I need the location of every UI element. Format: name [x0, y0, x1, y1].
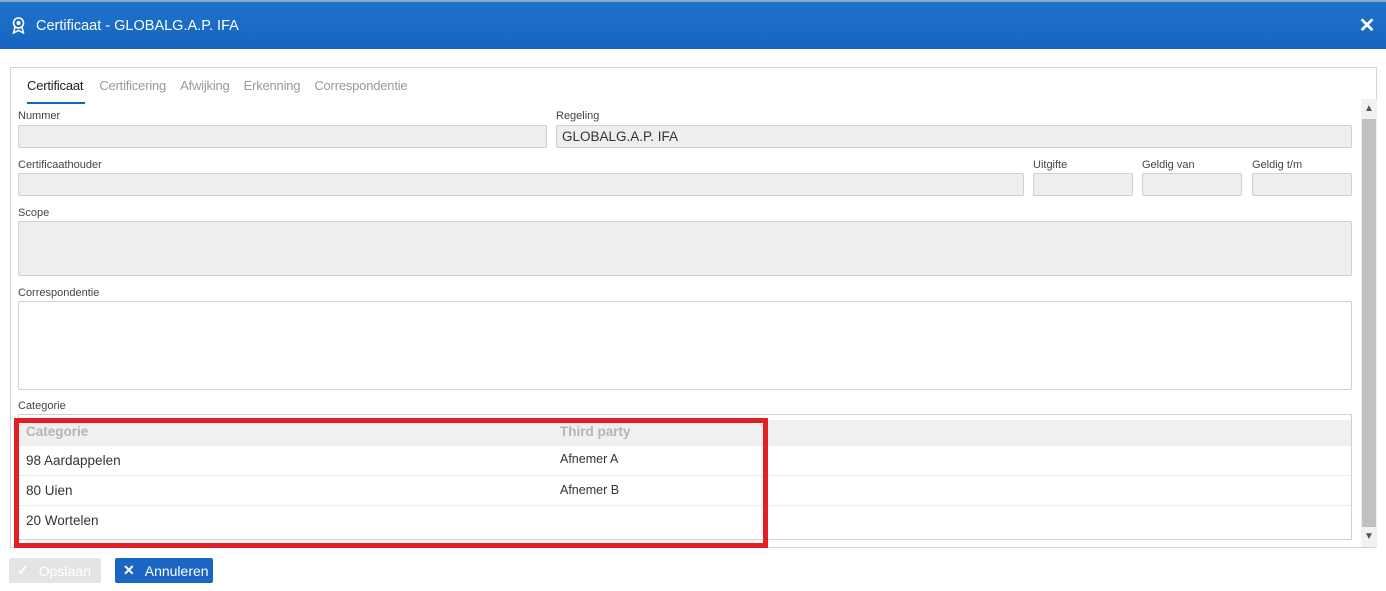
- table-row[interactable]: 20 Wortelen: [19, 506, 1351, 536]
- tab-correspondentie[interactable]: Correspondentie: [314, 78, 407, 104]
- grid-header: Categorie Third party: [19, 420, 1351, 446]
- tab-certificaat[interactable]: Certificaat: [27, 78, 86, 104]
- regeling-label: Regeling: [556, 110, 600, 122]
- uitgifte-label: Uitgifte: [1033, 159, 1068, 171]
- correspondentie-textarea[interactable]: [18, 301, 1352, 390]
- uitgifte-field[interactable]: [1033, 173, 1133, 196]
- cell-categorie: 98 Aardappelen: [26, 453, 121, 468]
- geldig-van-field[interactable]: [1142, 173, 1242, 196]
- dialog-titlebar: Certificaat - GLOBALG.A.P. IFA ✕: [0, 0, 1386, 49]
- cell-categorie: 80 Uien: [26, 483, 73, 498]
- scroll-down-icon[interactable]: ▼: [1361, 529, 1377, 545]
- nummer-label: Nummer: [18, 110, 61, 122]
- certificaathouder-field[interactable]: [18, 173, 1024, 196]
- geldig-van-label: Geldig van: [1142, 159, 1195, 171]
- categorie-grid: Categorie Third party 98 Aardappelen Afn…: [18, 414, 1352, 540]
- tab-afwijking[interactable]: Afwijking: [180, 78, 230, 104]
- close-icon[interactable]: ✕: [1356, 15, 1378, 37]
- certificate-icon: [12, 17, 25, 34]
- dialog-title: Certificaat - GLOBALG.A.P. IFA: [36, 18, 239, 34]
- nummer-field[interactable]: [18, 125, 547, 148]
- scope-field[interactable]: [18, 221, 1352, 276]
- geldig-tm-label: Geldig t/m: [1252, 159, 1303, 171]
- tab-bar: Certificaat Certificering Afwijking Erke…: [27, 78, 421, 104]
- vertical-scrollbar[interactable]: ▲ ▼: [1361, 99, 1377, 547]
- regeling-field[interactable]: GLOBALG.A.P. IFA: [556, 125, 1352, 148]
- check-icon: ✓: [17, 562, 29, 578]
- categorie-label: Categorie: [18, 400, 66, 412]
- scope-label: Scope: [18, 207, 50, 219]
- save-button[interactable]: ✓ Opslaan: [9, 558, 101, 583]
- cell-third-party: Afnemer A: [560, 452, 619, 466]
- close-icon: ✕: [123, 562, 135, 578]
- column-header-categorie[interactable]: Categorie: [26, 424, 88, 439]
- tab-erkenning[interactable]: Erkenning: [244, 78, 301, 104]
- scrollbar-thumb[interactable]: [1362, 119, 1376, 527]
- certificaathouder-label: Certificaathouder: [18, 159, 102, 171]
- cancel-button[interactable]: ✕ Annuleren: [115, 558, 213, 583]
- tab-certificering[interactable]: Certificering: [99, 78, 166, 104]
- table-row[interactable]: 98 Aardappelen Afnemer A: [19, 446, 1351, 476]
- column-header-third-party[interactable]: Third party: [560, 424, 631, 439]
- table-row[interactable]: 80 Uien Afnemer B: [19, 476, 1351, 506]
- scroll-up-icon[interactable]: ▲: [1361, 101, 1377, 117]
- cell-categorie: 20 Wortelen: [26, 513, 99, 528]
- cancel-button-label: Annuleren: [144, 562, 209, 579]
- geldig-tm-field[interactable]: [1252, 173, 1352, 196]
- correspondentie-label: Correspondentie: [18, 287, 100, 299]
- cell-third-party: Afnemer B: [560, 483, 620, 497]
- save-button-label: Opslaan: [38, 562, 91, 579]
